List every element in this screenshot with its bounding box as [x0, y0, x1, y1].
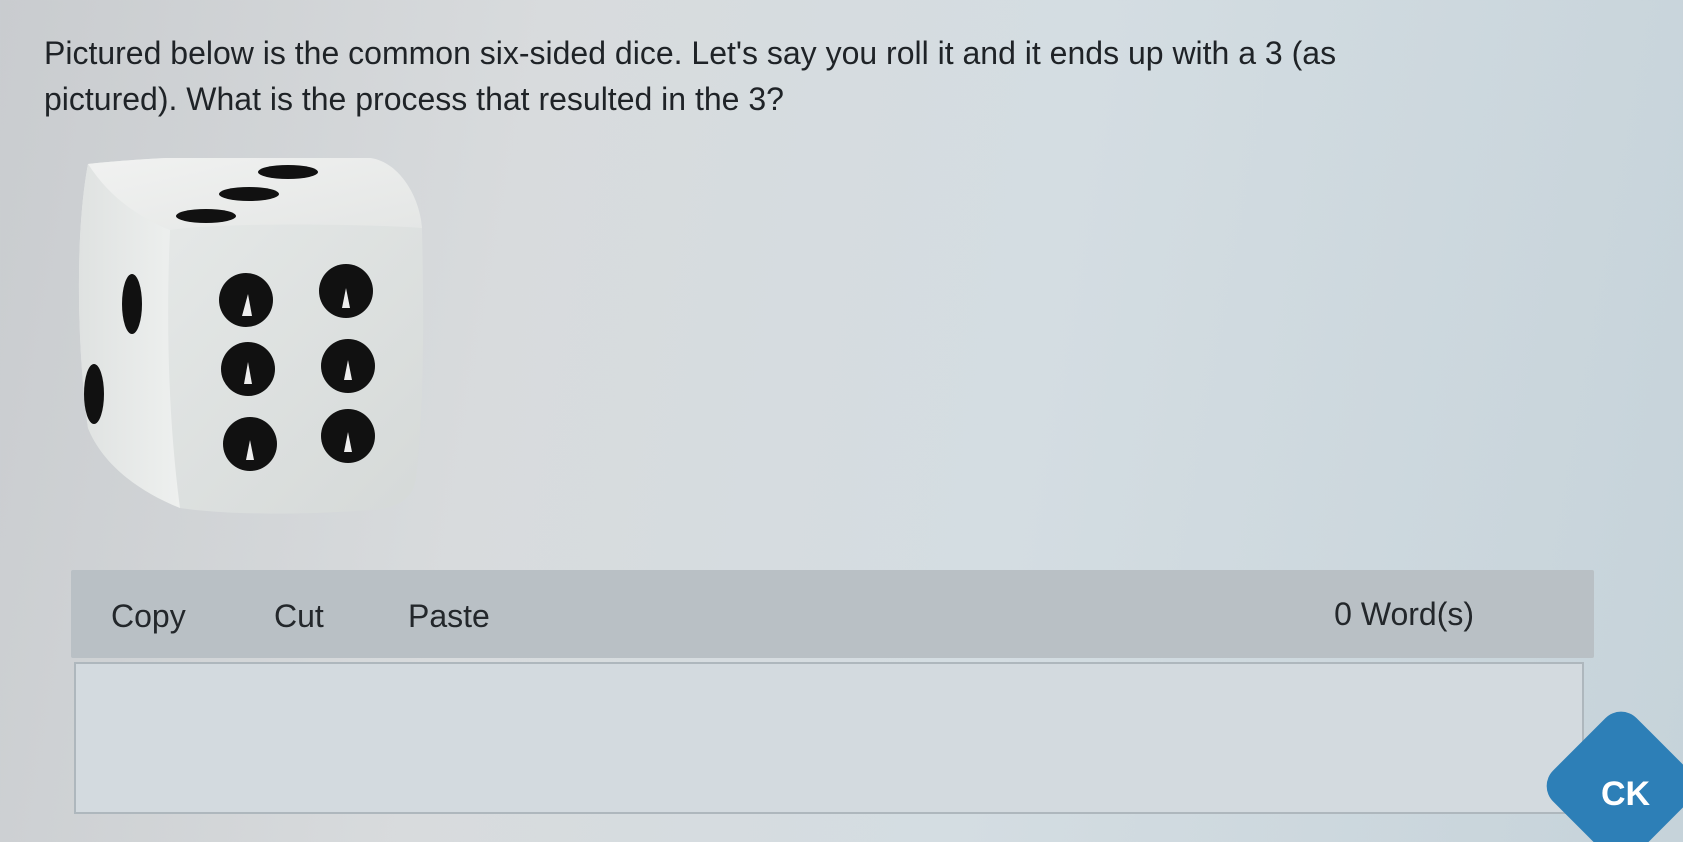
dice-image: [78, 158, 424, 514]
question-text: Pictured below is the common six-sided d…: [44, 35, 1337, 117]
paste-button[interactable]: Paste: [408, 596, 490, 636]
ck-badge-label: CK: [1601, 775, 1651, 813]
answer-editor: Copy Cut Paste 0 Word(s): [71, 570, 1594, 822]
copy-button[interactable]: Copy: [111, 596, 186, 636]
editor-toolbar: Copy Cut Paste 0 Word(s): [71, 570, 1594, 658]
cut-button[interactable]: Cut: [274, 596, 324, 636]
word-count: 0 Word(s): [1334, 596, 1474, 632]
answer-textarea[interactable]: [74, 662, 1584, 814]
